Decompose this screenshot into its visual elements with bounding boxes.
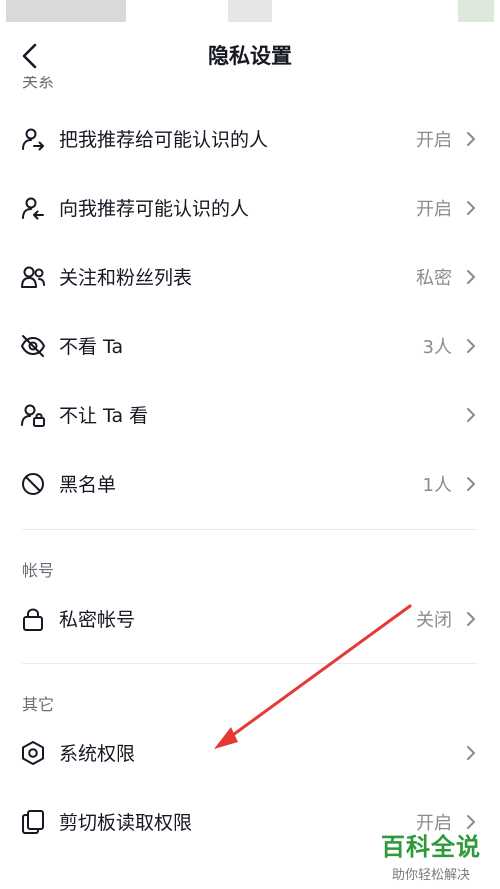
row-label: 向我推荐可能认识的人: [59, 198, 250, 220]
chevron-right-icon: [467, 612, 475, 626]
user-lock-icon: [21, 404, 45, 427]
row-label: 剪切板读取权限: [59, 812, 193, 834]
chevron-right-icon: [467, 132, 475, 146]
watermark: 百科全说 助你轻松解决: [372, 827, 490, 883]
recommend-to-me-icon: [22, 197, 44, 220]
row-hide-my-content[interactable]: 不让 Ta 看: [0, 380, 500, 449]
row-label: 私密帐号: [59, 609, 136, 631]
chevron-right-icon: [467, 339, 475, 353]
row-private-account[interactable]: 私密帐号 关闭: [0, 584, 500, 653]
row-value: 开启: [416, 199, 452, 220]
section-divider: [22, 529, 478, 530]
row-value: 私密: [416, 268, 452, 289]
follow-list-icon: [21, 266, 45, 288]
row-value: 开启: [416, 130, 452, 151]
row-label: 关注和粉丝列表: [59, 267, 193, 289]
row-recommend-to-me[interactable]: 向我推荐可能认识的人 开启: [0, 173, 500, 242]
section-divider: [22, 663, 478, 664]
row-value: 1人: [422, 475, 452, 496]
row-blocklist[interactable]: 黑名单 1人: [0, 449, 500, 518]
chevron-right-icon: [467, 477, 475, 491]
status-bar-blur: [6, 0, 126, 22]
row-system-permissions[interactable]: 系统权限: [0, 718, 500, 787]
section-label-relations: 关系: [22, 76, 55, 91]
hexagon-settings-icon: [22, 741, 44, 765]
status-bar-blur: [228, 0, 272, 22]
status-bar-blur: [458, 0, 494, 22]
chevron-right-icon: [467, 201, 475, 215]
watermark-subtitle: 助你轻松解决: [391, 868, 470, 883]
row-label: 把我推荐给可能认识的人: [59, 129, 269, 151]
nav-bar: 隐私设置: [0, 26, 500, 86]
eye-off-icon: [21, 335, 45, 357]
watermark-title: 百科全说: [381, 833, 481, 861]
row-label: 不看 Ta: [59, 336, 124, 358]
chevron-right-icon: [467, 270, 475, 284]
row-value: 关闭: [416, 610, 452, 631]
lock-icon: [23, 608, 43, 631]
chevron-right-icon: [467, 408, 475, 422]
recommend-me-icon: [22, 128, 44, 151]
row-follow-list[interactable]: 关注和粉丝列表 私密: [0, 242, 500, 311]
row-value: 3人: [422, 337, 452, 358]
status-bar: [0, 0, 500, 26]
row-recommend-me[interactable]: 把我推荐给可能认识的人 开启: [0, 104, 500, 173]
block-icon: [22, 473, 44, 495]
section-label-other: 其它: [22, 695, 55, 714]
clipboard-icon: [22, 810, 44, 834]
chevron-right-icon: [467, 746, 475, 760]
row-hide-from-feed[interactable]: 不看 Ta 3人: [0, 311, 500, 380]
row-label: 黑名单: [59, 474, 117, 496]
section-label-account: 帐号: [22, 561, 55, 580]
page-title: 隐私设置: [208, 44, 292, 68]
row-label: 不让 Ta 看: [59, 405, 149, 427]
row-label: 系统权限: [59, 743, 136, 765]
